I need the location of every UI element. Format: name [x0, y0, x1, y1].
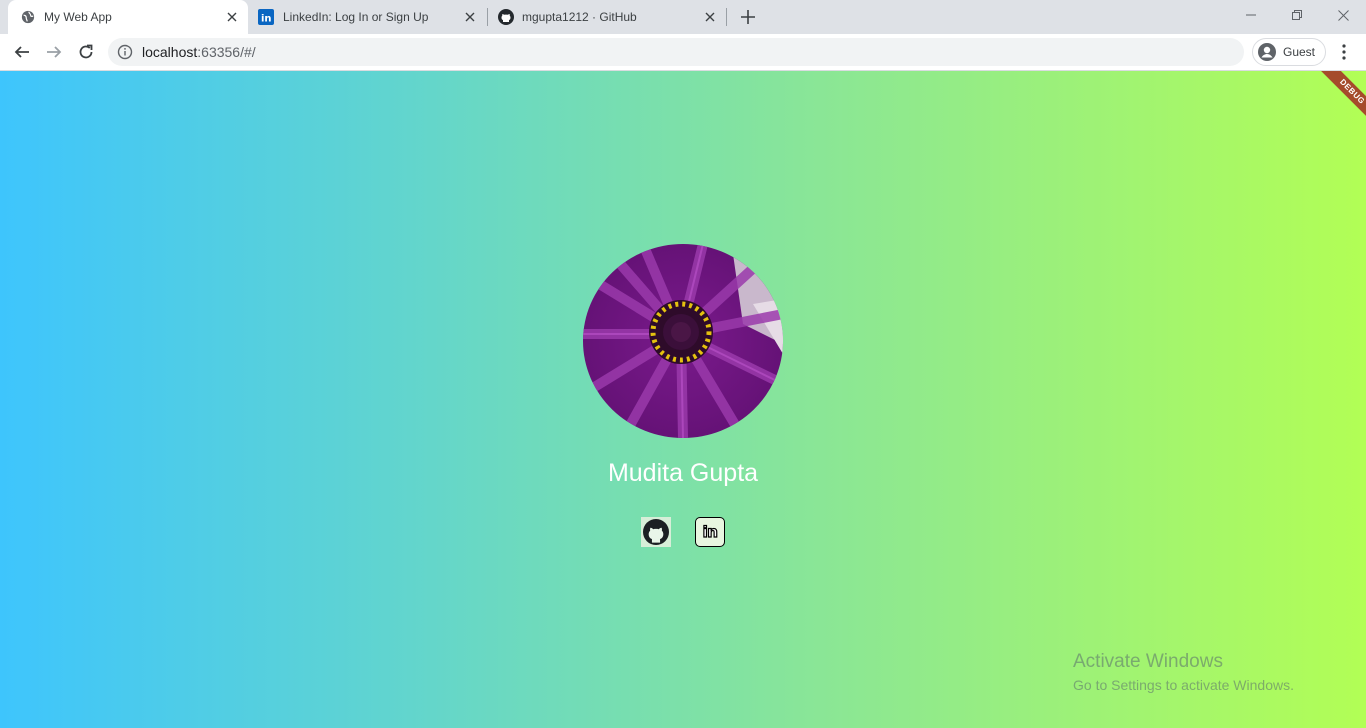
tab-my-web-app[interactable]: My Web App [8, 0, 248, 34]
watermark-title: Activate Windows [1073, 651, 1223, 672]
tab-strip: My Web App in LinkedIn: Log In or Sign U… [0, 0, 1366, 34]
reload-icon [79, 44, 93, 59]
profile-button[interactable]: Guest [1252, 38, 1326, 66]
new-tab-button[interactable] [736, 5, 760, 29]
browser-menu-button[interactable] [1332, 38, 1356, 66]
linkedin-icon: in [702, 522, 719, 541]
windows-activation-watermark: Activate Windows Go to Settings to activ… [1073, 651, 1294, 693]
svg-text:in: in [261, 14, 272, 25]
arrow-left-icon [14, 46, 29, 58]
tab-github[interactable]: mgupta1212 · GitHub [488, 0, 726, 34]
close-icon[interactable] [702, 9, 718, 25]
minimize-button[interactable] [1228, 0, 1274, 30]
tab-title: My Web App [44, 10, 112, 24]
address-bar[interactable]: localhost:63356/#/ [108, 38, 1244, 66]
restore-button[interactable] [1274, 0, 1320, 30]
close-icon [1337, 9, 1349, 21]
forward-button[interactable] [40, 38, 68, 66]
profile-photo [583, 244, 783, 438]
close-icon[interactable] [462, 9, 478, 25]
restore-icon [1292, 10, 1302, 20]
tab-linkedin[interactable]: in LinkedIn: Log In or Sign Up [248, 0, 488, 34]
person-name: Mudita Gupta [607, 459, 759, 487]
plus-icon [741, 10, 755, 24]
tab-title: mgupta1212 · GitHub [522, 10, 637, 24]
url-text: localhost:63356/#/ [142, 44, 256, 60]
linkedin-link[interactable]: in [695, 517, 725, 547]
more-vertical-icon [1342, 44, 1346, 60]
github-icon [498, 9, 514, 25]
tab-separator [726, 8, 727, 26]
arrow-right-icon [47, 46, 62, 58]
url-host: localhost [142, 44, 198, 60]
info-icon[interactable] [117, 44, 133, 60]
globe-icon [20, 9, 36, 25]
profile-label: Guest [1283, 45, 1316, 59]
close-window-button[interactable] [1320, 0, 1366, 30]
watermark-subtitle: Go to Settings to activate Windows. [1073, 677, 1294, 693]
back-button[interactable] [8, 38, 36, 66]
browser-toolbar: localhost:63356/#/ Guest [0, 34, 1366, 71]
github-link[interactable] [641, 517, 671, 547]
debug-label: DEBUG [1318, 71, 1366, 126]
debug-banner: DEBUG [1306, 71, 1366, 131]
url-path: :63356/#/ [197, 44, 256, 60]
reload-button[interactable] [72, 38, 100, 66]
minimize-icon [1246, 14, 1256, 16]
avatar-icon [1257, 42, 1277, 62]
linkedin-icon: in [258, 9, 274, 25]
github-icon [643, 519, 669, 545]
tab-title: LinkedIn: Log In or Sign Up [283, 10, 429, 24]
page-content: DEBUG Mudita Gupta in Activate Windows G… [0, 71, 1366, 728]
close-icon[interactable] [224, 9, 240, 25]
